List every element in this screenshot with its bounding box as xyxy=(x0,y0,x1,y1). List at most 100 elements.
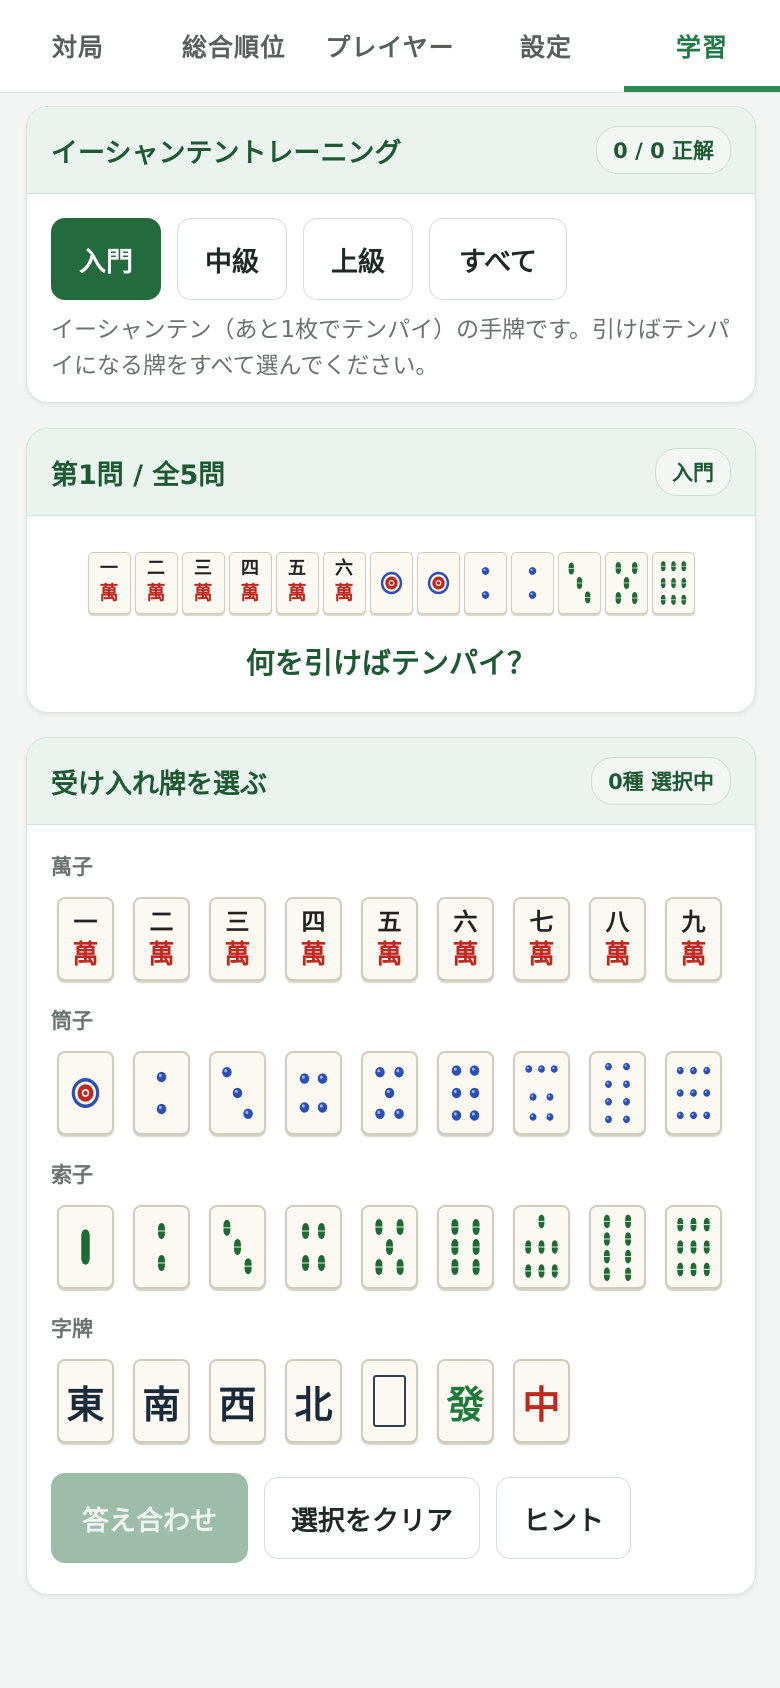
tab-game[interactable]: 対局 xyxy=(0,0,156,92)
tile-pin-7[interactable] xyxy=(513,1051,570,1135)
pin-dots-icon xyxy=(528,567,536,599)
man-character: 萬 xyxy=(334,582,354,604)
level-beginner-button[interactable]: 入門 xyxy=(51,218,161,300)
tile-sou-9[interactable] xyxy=(665,1205,722,1289)
tile-man-3[interactable]: 三萬 xyxy=(209,897,266,981)
tile-sou-8[interactable] xyxy=(589,1205,646,1289)
level-intermediate-button[interactable]: 中級 xyxy=(177,218,287,300)
group-label-man: 萬子 xyxy=(51,855,93,879)
man-numeral: 一 xyxy=(100,558,118,579)
tile-row-man: 一萬二萬三萬四萬五萬六萬七萬八萬九萬 xyxy=(27,897,755,981)
tile-pin-4[interactable] xyxy=(285,1051,342,1135)
tile-sou-9 xyxy=(651,552,695,614)
man-character: 萬 xyxy=(240,582,260,604)
picker-card: 受け入れ牌を選ぶ 0種 選択中 萬子 一萬二萬三萬四萬五萬六萬七萬八萬九萬 筒子… xyxy=(26,737,756,1595)
man-character: 萬 xyxy=(193,582,213,604)
man-character: 萬 xyxy=(300,940,327,970)
tile-man-6[interactable]: 六萬 xyxy=(437,897,494,981)
group-label-sou: 索子 xyxy=(51,1163,93,1187)
man-numeral: 八 xyxy=(605,907,630,936)
training-description: イーシャンテン（あと1枚でテンパイ）の手牌です。引けばテンパイになる牌をすべて選… xyxy=(51,317,730,379)
sou-sticks-icon xyxy=(660,561,686,605)
tile-row-sou xyxy=(27,1205,755,1289)
tile-sou-1[interactable] xyxy=(57,1205,114,1289)
honor-character: 北 xyxy=(294,1381,333,1427)
tile-pin-9[interactable] xyxy=(665,1051,722,1135)
man-character: 萬 xyxy=(528,940,555,970)
tile-man-4: 四萬 xyxy=(228,552,272,614)
man-numeral: 三 xyxy=(194,558,212,579)
hint-button[interactable]: ヒント xyxy=(496,1477,631,1559)
tile-man-3: 三萬 xyxy=(181,552,225,614)
man-numeral: 六 xyxy=(453,907,478,936)
honor-character: 西 xyxy=(218,1381,257,1427)
tile-pin-1[interactable] xyxy=(57,1051,114,1135)
tab-learning[interactable]: 学習 xyxy=(624,0,780,92)
tile-honor-north[interactable]: 北 xyxy=(285,1359,342,1443)
question-prompt: 何を引けばテンパイ？ xyxy=(245,646,536,680)
pin-dots-icon xyxy=(156,1071,167,1115)
tile-man-1[interactable]: 一萬 xyxy=(57,897,114,981)
tile-honor-east[interactable]: 東 xyxy=(57,1359,114,1443)
tab-players[interactable]: プレイヤー xyxy=(312,0,468,92)
tile-man-5[interactable]: 五萬 xyxy=(361,897,418,981)
training-title: イーシャンテントレーニング xyxy=(51,137,402,169)
tile-honor-west[interactable]: 西 xyxy=(209,1359,266,1443)
tile-pin-2 xyxy=(510,552,554,614)
pin-dots-icon xyxy=(451,1065,480,1121)
tile-man-9[interactable]: 九萬 xyxy=(665,897,722,981)
tab-ranking[interactable]: 総合順位 xyxy=(156,0,312,92)
tile-sou-4[interactable] xyxy=(285,1205,342,1289)
tile-man-7[interactable]: 七萬 xyxy=(513,897,570,981)
training-card-header: イーシャンテントレーニング 0 / 0 正解 xyxy=(27,107,755,194)
white-dragon-frame xyxy=(373,1375,406,1427)
picker-card-header: 受け入れ牌を選ぶ 0種 選択中 xyxy=(27,738,755,825)
pin-dots-icon xyxy=(525,1065,558,1121)
tile-sou-6[interactable] xyxy=(437,1205,494,1289)
man-numeral: 六 xyxy=(335,558,353,579)
tile-pin-2[interactable] xyxy=(133,1051,190,1135)
tile-pin-3[interactable] xyxy=(209,1051,266,1135)
pin-dots-icon xyxy=(71,1078,100,1109)
tile-sou-3[interactable] xyxy=(209,1205,266,1289)
pin-dots-icon xyxy=(676,1066,711,1120)
tile-pin-8[interactable] xyxy=(589,1051,646,1135)
tile-pin-5[interactable] xyxy=(361,1051,418,1135)
tile-honor-red-dragon[interactable]: 中 xyxy=(513,1359,570,1443)
tile-man-2[interactable]: 二萬 xyxy=(133,897,190,981)
sou-sticks-icon xyxy=(525,1214,558,1278)
tile-honor-white-dragon[interactable] xyxy=(361,1359,418,1443)
tab-settings[interactable]: 設定 xyxy=(468,0,624,92)
tile-pin-6[interactable] xyxy=(437,1051,494,1135)
sou-sticks-icon xyxy=(615,562,637,604)
sou-sticks-icon xyxy=(451,1219,480,1275)
tile-sou-5[interactable] xyxy=(361,1205,418,1289)
man-numeral: 九 xyxy=(681,907,706,936)
pin-dots-icon xyxy=(427,571,449,595)
question-title: 第1問 / 全5問 xyxy=(51,459,226,491)
tile-honor-green-dragon[interactable]: 發 xyxy=(437,1359,494,1443)
level-advanced-button[interactable]: 上級 xyxy=(303,218,413,300)
sou-sticks-icon xyxy=(568,562,590,604)
tile-sou-7[interactable] xyxy=(513,1205,570,1289)
sou-sticks-icon xyxy=(375,1219,404,1275)
sou-sticks-icon xyxy=(158,1223,165,1271)
pin-dots-icon xyxy=(375,1067,404,1119)
pin-dots-icon xyxy=(605,1062,630,1124)
check-answer-button[interactable]: 答え合わせ xyxy=(51,1473,248,1563)
man-character: 萬 xyxy=(72,940,99,970)
tile-sou-3 xyxy=(557,552,601,614)
tile-honor-south[interactable]: 南 xyxy=(133,1359,190,1443)
clear-selection-button[interactable]: 選択をクリア xyxy=(264,1477,480,1559)
man-numeral: 一 xyxy=(73,907,98,936)
question-card-header: 第1問 / 全5問 入門 xyxy=(27,429,755,516)
level-all-button[interactable]: すべて xyxy=(429,218,567,300)
tile-sou-2[interactable] xyxy=(133,1205,190,1289)
honor-character: 南 xyxy=(142,1381,181,1427)
tile-man-8[interactable]: 八萬 xyxy=(589,897,646,981)
question-level-badge: 入門 xyxy=(655,448,731,496)
selected-count-badge: 0種 選択中 xyxy=(591,757,731,805)
tile-pin-1 xyxy=(416,552,460,614)
picker-actions: 答え合わせ 選択をクリア ヒント xyxy=(27,1473,755,1563)
tile-man-4[interactable]: 四萬 xyxy=(285,897,342,981)
